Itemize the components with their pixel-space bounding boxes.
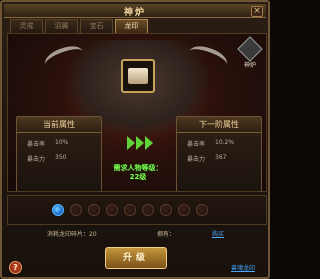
stat-label: 暴击力 <box>27 156 46 163</box>
beast-seal-link[interactable]: 兽魂龙印 <box>231 263 255 272</box>
furnace-button[interactable]: 神炉 <box>237 36 263 69</box>
stat-row: 暴击率 10% <box>17 139 101 148</box>
tab-gems[interactable]: 宝石 <box>80 19 113 33</box>
empty-slot <box>70 204 82 216</box>
next-stats-title: 下一阶属性 <box>177 117 261 133</box>
stat-row: 暴击力 367 <box>177 154 261 163</box>
current-stats-title: 当前属性 <box>17 117 101 133</box>
requirement-level: 22级 <box>129 173 147 181</box>
chevron-right-icon <box>136 136 144 150</box>
window-title: 神炉 <box>123 8 146 18</box>
stat-label: 暴击率 <box>187 141 206 148</box>
dragon-seal-item-icon <box>128 68 148 84</box>
furnace-icon <box>237 36 263 62</box>
stat-value: 367 <box>215 154 227 161</box>
seal-slot[interactable] <box>121 59 155 93</box>
dialog-window: 神炉 × 灵戒 羽翼 宝石 龙印 神炉 当前属性 暴击率 10% 暴击力 350 <box>0 0 270 279</box>
level-requirement: 需求人物等级： 22级 <box>106 164 170 182</box>
title-bar: 神炉 × <box>4 4 266 18</box>
upgrade-arrows <box>127 136 153 150</box>
tab-ring[interactable]: 灵戒 <box>10 19 43 33</box>
progress-slots <box>7 195 267 225</box>
empty-slot <box>124 204 136 216</box>
filled-slot <box>52 204 64 216</box>
stat-value: 10.2% <box>215 139 235 146</box>
empty-slot <box>88 204 100 216</box>
stat-row: 暴击率 10.2% <box>177 139 261 148</box>
empty-slot <box>178 204 190 216</box>
close-button[interactable]: × <box>251 6 263 17</box>
tab-bar: 灵戒 羽翼 宝石 龙印 <box>10 19 148 33</box>
buy-link[interactable]: 购买 <box>212 229 224 238</box>
empty-slot <box>160 204 172 216</box>
stat-value: 10% <box>55 139 69 146</box>
chevron-right-icon <box>145 136 153 150</box>
stat-label: 暴击率 <box>27 141 46 148</box>
requirement-label: 需求人物等级： <box>113 164 163 172</box>
empty-slot <box>142 204 154 216</box>
fragment-cost: 消耗龙印碎片：20 <box>47 231 97 238</box>
info-bar: 消耗龙印碎片：20 拥有： 购买 <box>7 228 267 240</box>
upgrade-button[interactable]: 升级 <box>105 247 167 269</box>
stat-value: 350 <box>55 154 67 161</box>
tab-wings[interactable]: 羽翼 <box>45 19 78 33</box>
chevron-right-icon <box>127 136 135 150</box>
next-stats-panel: 下一阶属性 暴击率 10.2% 暴击力 367 <box>176 116 262 191</box>
current-stats-panel: 当前属性 暴击率 10% 暴击力 350 <box>16 116 102 191</box>
empty-slot <box>196 204 208 216</box>
stat-row: 暴击力 350 <box>17 154 101 163</box>
help-icon[interactable]: ? <box>9 261 22 274</box>
owned-label: 拥有： <box>157 231 176 238</box>
stat-label: 暴击力 <box>187 156 206 163</box>
artifact-scene: 神炉 当前属性 暴击率 10% 暴击力 350 需求人物等级： 22级 下一阶属… <box>7 33 267 192</box>
empty-slot <box>106 204 118 216</box>
owned-count: 拥有： <box>157 229 175 238</box>
tab-dragon-seal[interactable]: 龙印 <box>115 19 148 33</box>
